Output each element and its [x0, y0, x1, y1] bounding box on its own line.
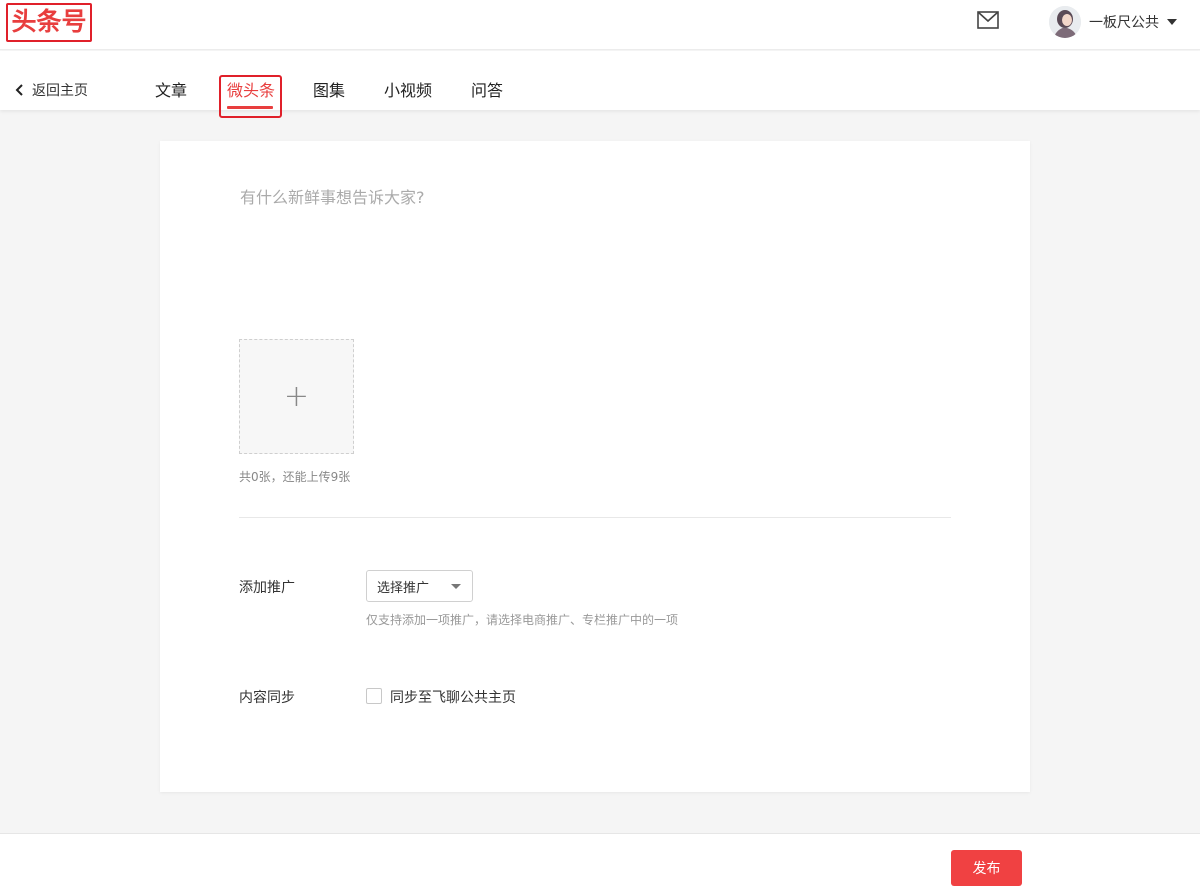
sync-checkbox[interactable]: [366, 688, 382, 704]
image-upload-button[interactable]: +: [239, 339, 354, 454]
upload-count-text: 共0张，还能上传9张: [239, 470, 351, 484]
sync-label: 内容同步: [239, 690, 295, 706]
sync-checkbox-label[interactable]: 同步至飞聊公共主页: [390, 687, 516, 707]
tab-qa[interactable]: 问答: [471, 77, 503, 101]
dropdown-arrow-icon: [451, 584, 461, 589]
chevron-left-icon: [15, 84, 23, 96]
post-text-input[interactable]: 有什么新鲜事想告诉大家?: [240, 184, 425, 208]
footer-bar: 发布: [0, 833, 1200, 895]
tab-weitoutiao[interactable]: 微头条: [227, 77, 275, 101]
nav-bar: 返回主页 文章 微头条 图集 小视频 问答: [0, 51, 1200, 118]
active-tab-underline: [227, 106, 273, 109]
tab-short-video[interactable]: 小视频: [384, 77, 432, 101]
top-bar: 头条号 一板尺公共: [0, 0, 1200, 50]
composer-card: 有什么新鲜事想告诉大家? + 共0张，还能上传9张 添加推广 选择推广 仅支持添…: [160, 141, 1030, 792]
promotion-select-value: 选择推广: [377, 581, 430, 596]
avatar: [1049, 6, 1081, 38]
publish-button[interactable]: 发布: [951, 850, 1022, 886]
user-menu[interactable]: 一板尺公共: [1049, 6, 1177, 38]
toutiaohao-logo[interactable]: 头条号: [6, 3, 92, 42]
divider: [239, 517, 951, 518]
tab-article[interactable]: 文章: [155, 77, 187, 101]
promotion-label: 添加推广: [239, 580, 295, 596]
mail-icon[interactable]: [977, 11, 999, 29]
promotion-select[interactable]: 选择推广: [366, 570, 473, 602]
back-home-link[interactable]: 返回主页: [14, 80, 88, 100]
username: 一板尺公共: [1089, 15, 1159, 31]
tab-gallery[interactable]: 图集: [313, 77, 345, 101]
back-home-label: 返回主页: [32, 83, 88, 99]
plus-icon: +: [283, 379, 310, 414]
caret-down-icon: [1167, 19, 1177, 25]
promotion-hint: 仅支持添加一项推广，请选择电商推广、专栏推广中的一项: [366, 613, 679, 627]
